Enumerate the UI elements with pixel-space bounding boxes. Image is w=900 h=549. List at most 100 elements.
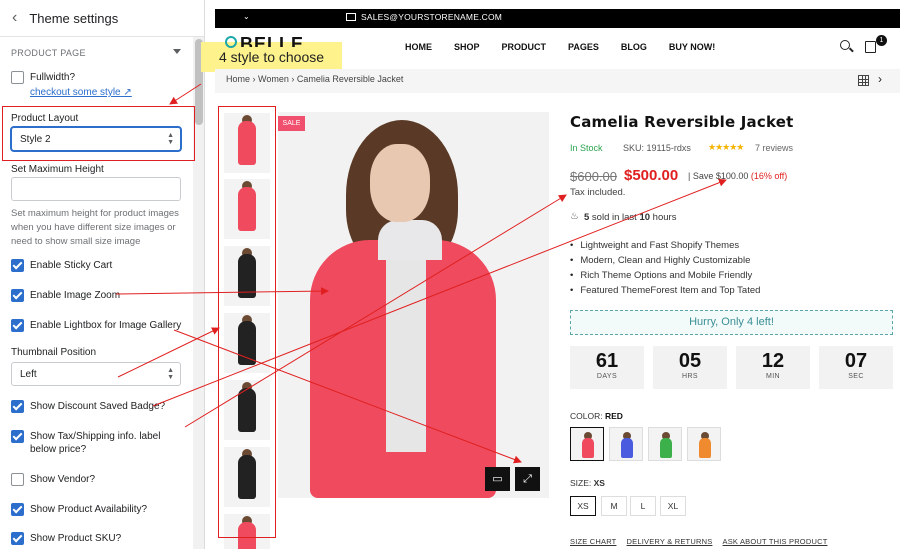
feature-list: Lightweight and Fast Shopify Themes Mode…: [570, 238, 760, 298]
color-swatch-orange[interactable]: [687, 427, 721, 461]
lightbox-checkbox[interactable]: [11, 319, 24, 332]
discount-badge-checkbox[interactable]: [11, 400, 24, 413]
countdown-days-unit: DAYS: [596, 373, 618, 380]
nav-shop[interactable]: SHOP: [454, 42, 480, 52]
sidebar-header: ‹ Theme settings: [0, 0, 204, 37]
model-face: [370, 144, 430, 222]
stock-urgency: Hurry, Only 4 left!: [570, 310, 893, 335]
caret-down-icon[interactable]: [173, 49, 181, 54]
chevron-left-icon[interactable]: ‹: [12, 9, 17, 27]
list-item: Featured ThemeForest Item and Top Tated: [570, 283, 760, 298]
countdown-days-num: 61: [595, 350, 619, 372]
color-label: COLOR: RED: [570, 411, 623, 421]
tax-label-checkbox[interactable]: [11, 430, 24, 443]
ask-product-link[interactable]: ASK ABOUT THIS PRODUCT: [723, 537, 828, 546]
layout-highlight-box: [2, 106, 195, 161]
stock-status: In Stock: [570, 143, 603, 153]
nav-buy-now[interactable]: BUY NOW!: [669, 42, 715, 52]
tax-label-label: Show Tax/Shipping info. label below pric…: [30, 431, 161, 455]
thumb-position-value: Left: [20, 369, 37, 380]
main-product-image[interactable]: [278, 112, 549, 498]
sold-info: 5 sold in last 10 hours: [584, 212, 676, 223]
sold-hours: 10: [639, 212, 651, 223]
main-nav: HOME SHOP PRODUCT PAGES BLOG BUY NOW!: [405, 42, 737, 52]
sku-label: Show Product SKU?: [30, 533, 122, 544]
vendor-checkbox[interactable]: [11, 473, 24, 486]
sold-mid: sold in last: [589, 212, 640, 223]
list-item: Lightweight and Fast Shopify Themes: [570, 238, 760, 253]
countdown-seconds: 07 SEC: [819, 346, 893, 389]
thumb-position-label: Thumbnail Position: [11, 347, 97, 358]
logo-mark-icon: [225, 36, 237, 48]
sku-checkbox[interactable]: [11, 532, 24, 545]
chevron-down-icon[interactable]: ⌄: [243, 12, 250, 21]
color-swatch-blue[interactable]: [609, 427, 643, 461]
model-collar: [378, 220, 442, 260]
thumbnails-highlight-box: [218, 106, 276, 538]
countdown-days: 61 DAYS: [570, 346, 644, 389]
max-height-label: Set Maximum Height: [11, 164, 104, 175]
swatch-body: [621, 438, 633, 458]
countdown-hours-unit: HRS: [682, 373, 698, 380]
lightbox-label: Enable Lightbox for Image Gallery: [30, 320, 182, 331]
color-swatch-red[interactable]: [570, 427, 604, 461]
section-title: PRODUCT PAGE: [11, 48, 86, 58]
breadcrumb[interactable]: Home › Women › Camelia Reversible Jacket: [226, 74, 403, 84]
size-option[interactable]: L: [630, 496, 656, 516]
image-zoom-label: Enable Image Zoom: [30, 290, 121, 301]
nav-product[interactable]: PRODUCT: [502, 42, 547, 52]
size-option[interactable]: XS: [570, 496, 596, 516]
grid-icon[interactable]: [858, 75, 869, 86]
sidebar-title: Theme settings: [29, 10, 119, 26]
search-icon[interactable]: [840, 40, 850, 50]
size-option[interactable]: XL: [660, 496, 686, 516]
size-chart-link[interactable]: SIZE CHART: [570, 537, 616, 546]
discount-badge-label: Show Discount Saved Badge?: [30, 401, 166, 412]
store-logo[interactable]: BELLE: [240, 34, 304, 47]
list-item: Modern, Clean and Highly Customizable: [570, 253, 760, 268]
size-label-text: SIZE:: [570, 478, 592, 488]
product-sku: SKU: 19115-rdxs: [623, 143, 691, 153]
swatch-body: [699, 438, 711, 458]
size-option[interactable]: M: [601, 496, 627, 516]
theme-settings-sidebar: ‹ Theme settings PRODUCT PAGE Fullwidth?…: [0, 0, 205, 549]
fullwidth-label: Fullwidth?: [30, 72, 76, 83]
save-badge: | Save $100.00 (16% off): [688, 171, 787, 181]
nav-home[interactable]: HOME: [405, 42, 432, 52]
vendor-label: Show Vendor?: [30, 474, 96, 485]
select-arrows-icon: ▲ ▼: [167, 367, 174, 381]
review-count[interactable]: 7 reviews: [755, 143, 793, 153]
countdown-min-unit: MIN: [765, 373, 781, 380]
cart-count-badge: 1: [876, 35, 887, 46]
countdown-min-num: 12: [761, 350, 785, 372]
delivery-returns-link[interactable]: DELIVERY & RETURNS: [627, 537, 713, 546]
color-label-text: COLOR:: [570, 411, 603, 421]
nav-pages[interactable]: PAGES: [568, 42, 599, 52]
countdown-minutes: 12 MIN: [736, 346, 810, 389]
countdown-sec-num: 07: [844, 350, 868, 372]
swatch-body: [582, 438, 594, 458]
video-icon[interactable]: ▭: [485, 467, 510, 491]
cart-bag-icon[interactable]: [865, 41, 876, 53]
availability-checkbox[interactable]: [11, 503, 24, 516]
sticky-cart-label: Enable Sticky Cart: [30, 260, 113, 271]
checkout-style-link[interactable]: checkout some style ↗: [30, 87, 132, 98]
topbar-email[interactable]: SALES@YOURSTORENAME.COM: [361, 12, 502, 22]
sticky-cart-checkbox[interactable]: [11, 259, 24, 272]
thumb-position-select[interactable]: Left ▲ ▼: [11, 362, 181, 386]
list-item: Rich Theme Options and Mobile Friendly: [570, 268, 760, 283]
chevron-right-icon[interactable]: ›: [878, 72, 882, 86]
countdown-sec-unit: SEC: [848, 373, 864, 380]
external-link-icon: ↗: [123, 87, 132, 98]
swatch-body: [660, 438, 672, 458]
color-swatch-green[interactable]: [648, 427, 682, 461]
nav-blog[interactable]: BLOG: [621, 42, 647, 52]
image-zoom-checkbox[interactable]: [11, 289, 24, 302]
rating-stars-icon: ★★★★★: [708, 142, 744, 152]
max-height-input[interactable]: [11, 177, 181, 201]
sale-price: $500.00: [624, 167, 679, 184]
sold-end: hours: [650, 212, 677, 223]
fullwidth-checkbox[interactable]: [11, 71, 24, 84]
fire-icon: ♨: [570, 211, 579, 222]
expand-icon[interactable]: ⤢: [515, 467, 540, 491]
